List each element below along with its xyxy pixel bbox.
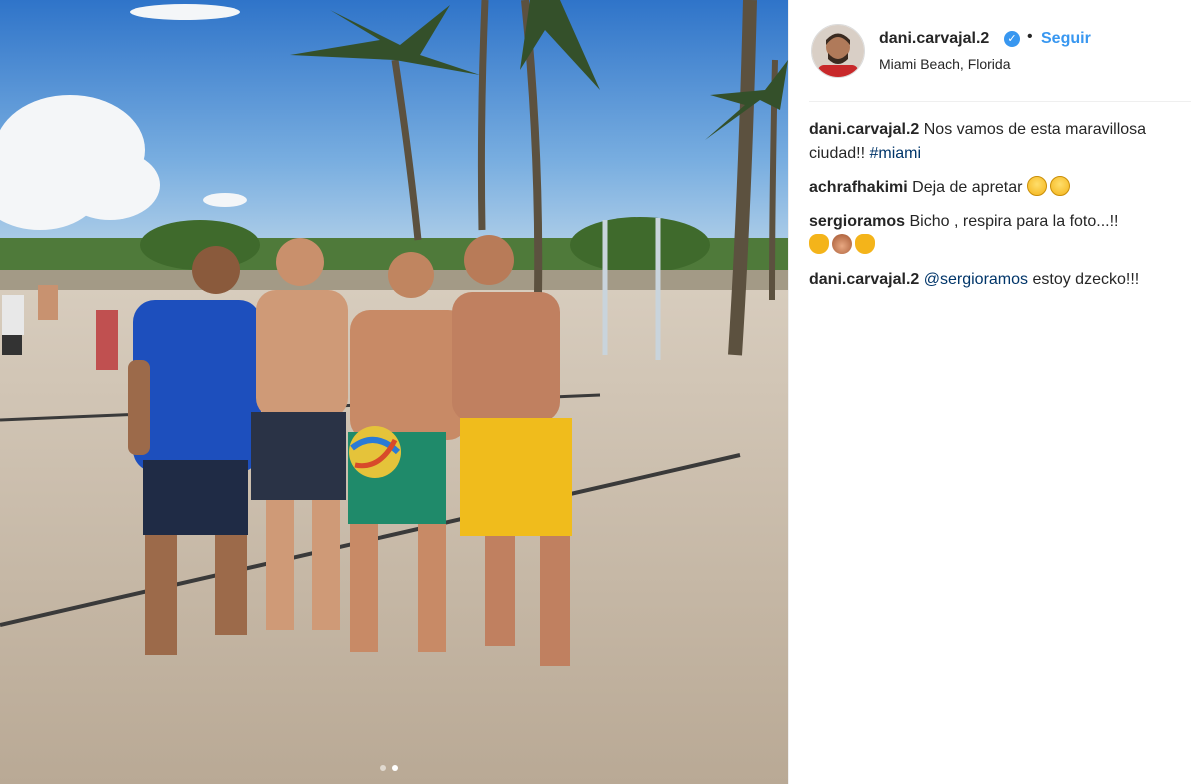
clapping-hands-icon [809,234,829,254]
comment-username[interactable]: achrafhakimi [809,179,908,196]
verified-badge-icon: ✓ [1004,31,1020,47]
post-username[interactable]: dani.carvajal.2 [879,30,989,48]
comment: sergioramos Bicho , respira para la foto… [809,210,1184,258]
comment-username[interactable]: dani.carvajal.2 [809,121,919,138]
post-location[interactable]: Miami Beach, Florida [879,56,1011,72]
flushed-face-icon [1049,176,1070,196]
carousel-dot [380,765,386,771]
flushed-face-icon [1026,176,1047,196]
comment: dani.carvajal.2 Nos vamos de esta maravi… [809,118,1184,166]
see-no-evil-monkey-icon [832,234,852,254]
comments-list: dani.carvajal.2 Nos vamos de esta maravi… [809,118,1184,302]
comment: dani.carvajal.2 @sergioramos estoy dzeck… [809,268,1184,292]
divider [809,101,1191,102]
post-photo[interactable] [0,0,788,784]
comment-username[interactable]: sergioramos [809,213,905,230]
separator-dot: • [1027,28,1033,45]
post-header: dani.carvajal.2 ✓ • Seguir Miami Beach, … [789,0,1200,100]
comment-text: estoy dzecko!!! [1032,271,1140,288]
comment: achrafhakimi Deja de apretar [809,176,1184,200]
comment-username[interactable]: dani.carvajal.2 [809,271,919,288]
carousel-dot-active [392,765,398,771]
avatar[interactable] [811,24,865,78]
clapping-hands-icon [855,234,875,254]
mention-link[interactable]: @sergioramos [924,271,1028,288]
comment-text: Bicho , respira para la foto...!! [909,213,1119,230]
volleyball [349,426,401,478]
hashtag-link[interactable]: #miami [870,145,922,162]
follow-button[interactable]: Seguir [1041,30,1091,48]
post-sidebar: dani.carvajal.2 ✓ • Seguir Miami Beach, … [788,0,1200,784]
carousel-indicator [380,765,398,771]
comment-text: Deja de apretar [912,179,1023,196]
